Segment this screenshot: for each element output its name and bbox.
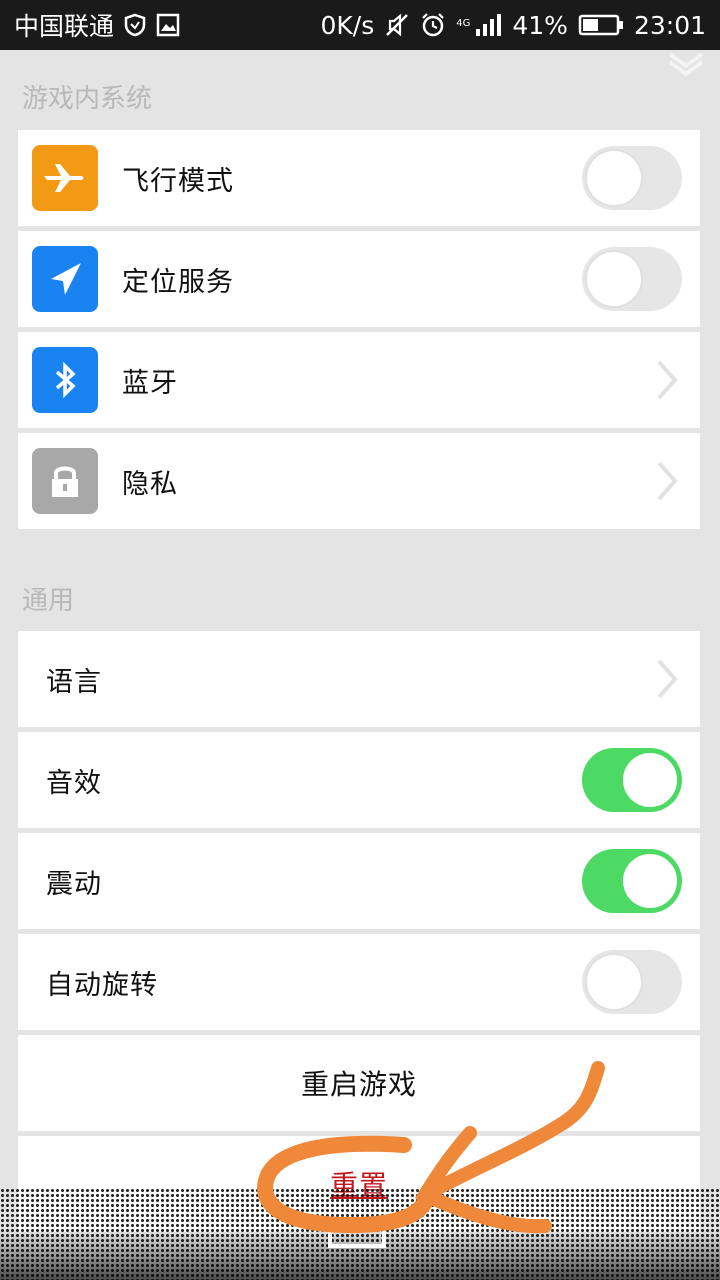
vibration-toggle[interactable] [582,849,682,913]
chevron-right-icon [657,461,678,501]
row-label: 自动旋转 [46,969,158,1001]
network-type: 4G [456,17,471,29]
general-list: 语言 音效 震动 自动旋转 重启游戏 重置 [18,631,700,1232]
row-label: 震动 [46,868,102,900]
restart-game-button[interactable]: 重启游戏 [18,1035,700,1131]
sound-effects-toggle[interactable] [582,748,682,812]
alarm-icon [420,12,446,38]
silent-icon [384,12,410,38]
location-service-toggle[interactable] [582,247,682,311]
carrier-name: 中国联通 [14,12,115,41]
row-privacy[interactable]: 隐私 [18,433,700,529]
row-label: 隐私 [122,468,178,500]
row-label: 蓝牙 [122,367,178,399]
row-sound-effects[interactable]: 音效 [18,732,700,828]
home-indicator [328,1222,386,1248]
row-label: 定位服务 [122,266,234,298]
auto-rotate-toggle[interactable] [582,950,682,1014]
airplane-icon [32,145,98,211]
row-label: 音效 [46,767,102,799]
shield-icon [124,13,146,37]
row-label: 飞行模式 [122,165,234,197]
collapse-chevron-icon[interactable] [666,50,706,78]
row-bluetooth[interactable]: 蓝牙 [18,332,700,428]
image-icon [156,13,180,37]
clock: 23:01 [633,10,706,40]
lock-icon [32,448,98,514]
bluetooth-icon [32,347,98,413]
row-vibration[interactable]: 震动 [18,833,700,929]
location-arrow-icon [32,246,98,312]
chevron-right-icon [657,659,678,699]
section-title-general: 通用 [22,586,75,616]
row-airplane-mode[interactable]: 飞行模式 [18,130,700,226]
section-title-game-system: 游戏内系统 [22,84,153,114]
battery-icon [578,13,624,37]
battery-percent: 41% [512,10,568,40]
signal-icon [474,12,502,38]
airplane-mode-toggle[interactable] [582,146,682,210]
restart-game-label: 重启游戏 [300,1068,417,1101]
status-bar: 中国联通 0K/s 4G 41% 23:01 [0,0,720,50]
game-system-list: 飞行模式 定位服务 蓝牙 隐私 [18,130,700,529]
network-speed: 0K/s [320,10,375,40]
row-location-service[interactable]: 定位服务 [18,231,700,327]
row-label: 语言 [46,666,102,698]
row-language[interactable]: 语言 [18,631,700,727]
row-auto-rotate[interactable]: 自动旋转 [18,934,700,1030]
chevron-right-icon [657,360,678,400]
